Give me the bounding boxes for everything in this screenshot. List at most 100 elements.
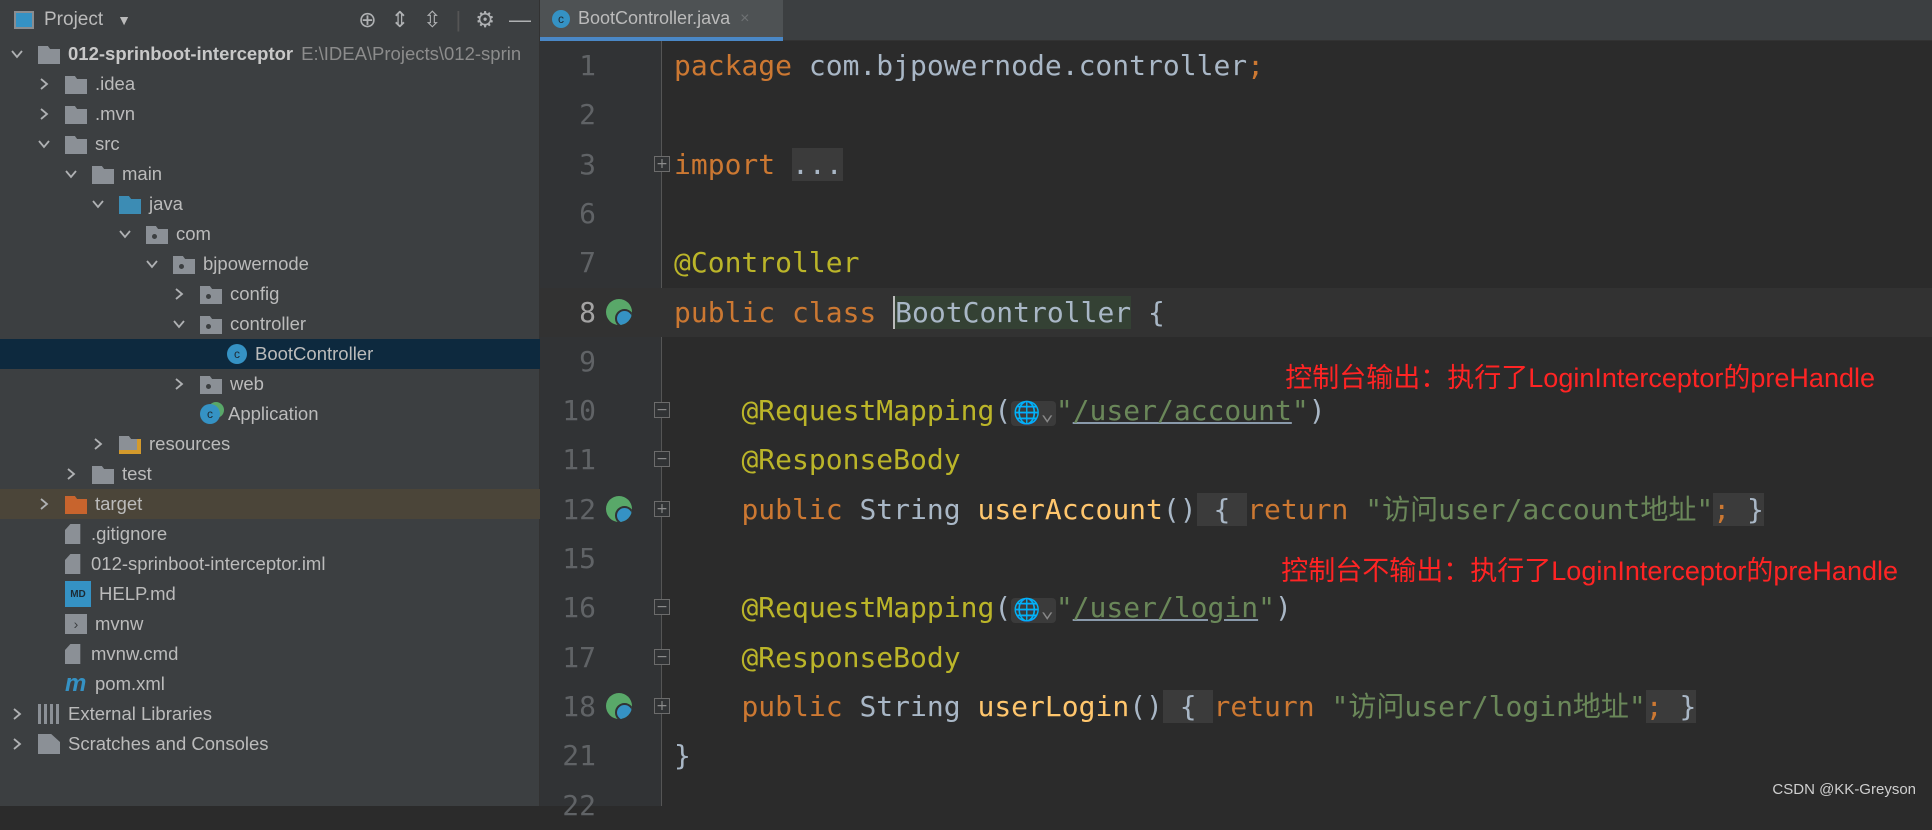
code-line[interactable]: 12 + public String userAccount() { return… [540, 485, 1932, 534]
code-line[interactable]: 16− @RequestMapping(🌐⌄"/user/login") [540, 583, 1932, 632]
code-line[interactable]: 3 + import ... [540, 140, 1932, 189]
code-token: } [1746, 492, 1764, 526]
code-line[interactable]: 1 package com.bjpowernode.controller; [540, 41, 1932, 90]
fold-toggle-icon[interactable]: − [654, 648, 670, 665]
code-token: ( [994, 394, 1012, 428]
chevron-down-icon[interactable]: ▼ [117, 12, 131, 28]
tree-item-label: External Libraries [68, 703, 212, 724]
tree-item[interactable]: MD HELP.md [0, 579, 540, 609]
tree-item[interactable]: config [0, 279, 540, 309]
chevron-down-icon[interactable] [172, 317, 186, 331]
tree-item[interactable]: bjpowernode [0, 249, 540, 279]
code-token: ... [792, 147, 843, 181]
tab-bootcontroller-java[interactable]: c BootController.java × [540, 0, 783, 41]
spring-boot-class-icon: c [200, 404, 220, 424]
tree-item[interactable]: com [0, 219, 540, 249]
line-number: 1 [579, 49, 596, 82]
tree-item-label: Application [228, 403, 319, 424]
expand-all-icon[interactable]: ⇕ [391, 7, 409, 33]
line-number: 3 [579, 147, 596, 181]
code-token: "访问user/account地址" [1365, 492, 1714, 526]
tree-item[interactable]: main [0, 159, 540, 189]
tree-item-label: .gitignore [91, 523, 168, 544]
tree-item[interactable]: m pom.xml [0, 669, 540, 699]
code-token: @ResponseBody [741, 443, 961, 477]
chevron-right-icon[interactable] [37, 77, 51, 91]
project-view-selector[interactable]: Project [44, 9, 103, 31]
package-icon [200, 316, 222, 334]
tree-item[interactable]: .mvn [0, 99, 540, 129]
code-line[interactable]: 7 @Controller [540, 238, 1932, 287]
tree-item[interactable]: java [0, 189, 540, 219]
tree-item[interactable]: src [0, 129, 540, 159]
chevron-down-icon[interactable] [10, 47, 24, 61]
chevron-down-icon[interactable] [37, 137, 51, 151]
tree-item[interactable]: web [0, 369, 540, 399]
minimize-icon[interactable]: — [509, 7, 531, 33]
tree-item[interactable]: Scratches and Consoles [0, 729, 540, 759]
web-endpoint-icon[interactable] [606, 495, 632, 522]
spring-bean-icon[interactable] [606, 298, 632, 325]
code-token: } [674, 739, 691, 773]
code-line[interactable]: 21} [540, 731, 1932, 780]
code-text: @ResponseBody [674, 633, 960, 682]
tree-item[interactable]: .idea [0, 69, 540, 99]
chevron-down-icon[interactable] [118, 227, 132, 241]
fold-toggle-icon[interactable]: − [654, 451, 670, 468]
code-token: 🌐⌄ [1011, 401, 1056, 427]
package-icon [200, 286, 222, 304]
fold-toggle-icon[interactable]: − [654, 599, 670, 616]
tree-item[interactable]: mvnw.cmd [0, 639, 540, 669]
code-line[interactable]: 11 − @ResponseBody [540, 435, 1932, 484]
collapse-all-icon[interactable]: ⇳ [423, 7, 441, 33]
code-line[interactable]: 18 + public String userLogin() { return "… [540, 682, 1932, 731]
tree-item[interactable]: c BootController [0, 339, 540, 369]
tree-item[interactable]: › mvnw [0, 609, 540, 639]
code-line[interactable]: 17 − @ResponseBody [540, 633, 1932, 682]
tree-item-label: pom.xml [95, 673, 165, 694]
chevron-right-icon[interactable] [64, 467, 78, 481]
close-icon[interactable]: × [740, 10, 749, 28]
fold-toggle-icon[interactable]: + [654, 155, 670, 172]
tree-item[interactable]: .gitignore [0, 519, 540, 549]
code-token: String [859, 492, 978, 526]
chevron-right-icon[interactable] [172, 377, 186, 391]
code-line[interactable]: 6 [540, 189, 1932, 238]
gear-icon[interactable]: ⚙ [475, 7, 495, 33]
tree-item[interactable]: controller [0, 309, 540, 339]
chevron-right-icon[interactable] [91, 437, 105, 451]
line-number: 17 [562, 640, 596, 674]
chevron-down-icon[interactable] [64, 167, 78, 181]
fold-toggle-icon[interactable]: + [654, 697, 670, 714]
web-endpoint-icon[interactable] [606, 692, 632, 719]
tree-item[interactable]: test [0, 459, 540, 489]
chevron-down-icon[interactable] [145, 257, 159, 271]
fold-toggle-icon[interactable]: + [654, 500, 670, 517]
chevron-right-icon[interactable] [37, 497, 51, 511]
tree-item[interactable]: c Application [0, 399, 540, 429]
code-line[interactable]: 8 public class BootController { [540, 287, 1932, 337]
code-token: /user/account [1072, 394, 1292, 428]
code-token: public [741, 689, 860, 723]
tree-item-label: BootController [255, 343, 374, 364]
fold-toggle-icon[interactable]: − [654, 402, 670, 419]
locate-icon[interactable]: ⊕ [358, 7, 376, 33]
markdown-file-icon: MD [65, 581, 91, 607]
scratches-icon [38, 734, 60, 754]
chevron-right-icon[interactable] [10, 737, 24, 751]
chevron-right-icon[interactable] [37, 107, 51, 121]
code-line[interactable]: 2 [540, 90, 1932, 139]
code-token: ) [1274, 591, 1292, 625]
tree-item[interactable]: resources [0, 429, 540, 459]
tree-item[interactable]: target [0, 489, 540, 519]
package-icon [146, 226, 168, 244]
code-line[interactable]: 22 [540, 781, 1932, 830]
code-token: package [674, 49, 809, 82]
chevron-down-icon[interactable] [91, 197, 105, 211]
chevron-right-icon[interactable] [10, 707, 24, 721]
tree-item[interactable]: 012-sprinboot-interceptor E:\IDEA\Project… [0, 39, 540, 69]
tree-item[interactable]: 012-sprinboot-interceptor.iml [0, 549, 540, 579]
tree-item[interactable]: External Libraries [0, 699, 540, 729]
chevron-right-icon[interactable] [172, 287, 186, 301]
